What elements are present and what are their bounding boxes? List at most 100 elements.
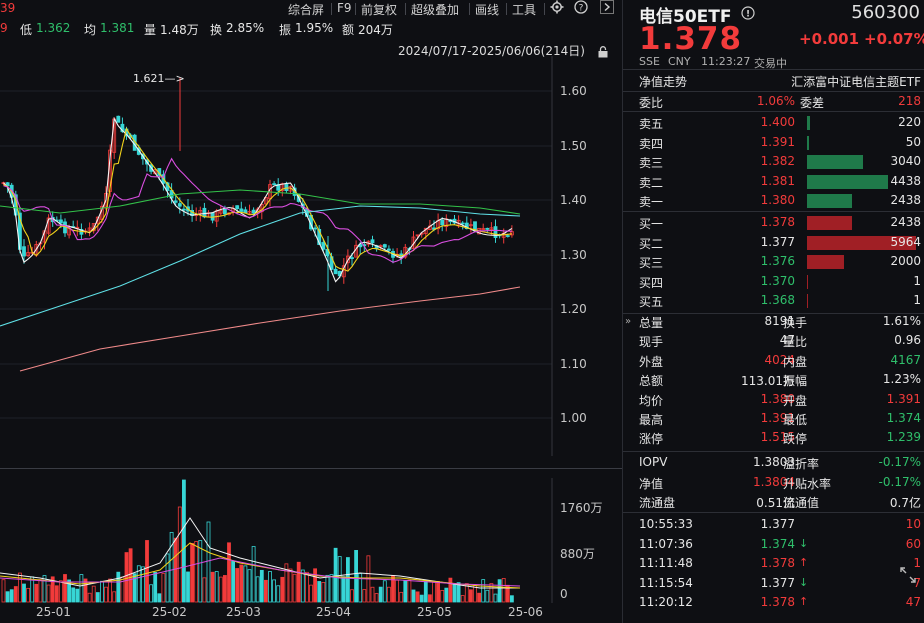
order-ratio-row: 委比 1.06% 委差 218 xyxy=(639,93,921,111)
toolbar-partial-value: 39 xyxy=(0,1,15,15)
tick-volume: 47 xyxy=(906,595,921,609)
stat-value: 0.96 xyxy=(894,333,921,347)
volume-bar xyxy=(187,572,190,602)
collapse-chevron-icon[interactable]: » xyxy=(625,316,631,327)
volume-bar xyxy=(23,584,26,602)
stat-label: 最高 xyxy=(639,411,663,428)
volume-bar xyxy=(264,580,267,602)
currency-label: CNY xyxy=(668,55,691,68)
orderbook-row[interactable]: 卖四1.39150 xyxy=(639,134,921,152)
kline-panel[interactable]: 39 综合屏 F9 前复权 超级叠加 画线 工具 ? 9 低 1.362 均 1… xyxy=(0,0,622,623)
volume-bar xyxy=(293,574,296,602)
info-circle-icon[interactable]: ! xyxy=(741,5,755,25)
orderbook-row[interactable]: 买五1.3681 xyxy=(639,292,921,310)
stat-partial: 9 xyxy=(0,21,8,35)
volume-bar xyxy=(162,574,165,602)
stat-label: 流通值 xyxy=(783,494,819,511)
volume-bar xyxy=(113,592,116,602)
orderbook-row[interactable]: 卖一1.3802438 xyxy=(639,192,921,210)
volume-bar xyxy=(178,507,181,602)
volume-bar xyxy=(474,586,477,602)
volume-bar xyxy=(129,549,132,602)
orderbook-volume: 50 xyxy=(906,135,921,149)
expand-arrows-icon[interactable] xyxy=(900,567,916,587)
orderbook-row[interactable]: 买四1.3701 xyxy=(639,273,921,291)
volume-chart[interactable] xyxy=(0,478,622,603)
nav-trend-link[interactable]: 净值走势 xyxy=(639,73,687,90)
volume-bar xyxy=(400,592,403,602)
stat-value: -0.17% xyxy=(879,475,921,489)
weibi-value: 1.06% xyxy=(729,94,795,108)
orderbook-row[interactable]: 卖三1.3823040 xyxy=(639,153,921,171)
price-axis-tick: 1.50 xyxy=(560,139,587,153)
volume-bar xyxy=(6,592,9,602)
stat-label: IOPV xyxy=(639,455,667,469)
volume-bar xyxy=(334,548,337,602)
orderbook-row[interactable]: 买三1.3762000 xyxy=(639,253,921,271)
quote-time: 11:23:27 xyxy=(701,55,750,68)
volume-bar xyxy=(289,569,292,602)
toolbar-adjust-button[interactable]: 前复权 xyxy=(361,1,397,18)
orderbook-row[interactable]: 卖二1.3814438 xyxy=(639,173,921,191)
orderbook-price: 1.382 xyxy=(749,154,795,168)
stat-value: 4167 xyxy=(890,353,921,367)
volume-bar xyxy=(92,586,95,602)
orderbook-row[interactable]: 买一 1.378 2438 xyxy=(639,214,921,232)
weibi-label: 委比 xyxy=(639,94,663,111)
tick-row: 11:07:361.374↓60 xyxy=(639,536,921,554)
volume-bar xyxy=(207,522,210,602)
stat-vol-label: 量 xyxy=(144,21,156,38)
tick-time: 11:15:54 xyxy=(639,576,693,590)
orderbook-level-label: 卖四 xyxy=(639,135,663,152)
orderbook-price: 1.378 xyxy=(749,215,795,229)
stats-row: 均价1.380开盘1.391 xyxy=(639,391,921,409)
volume-bar xyxy=(14,587,17,602)
panel-divider xyxy=(0,468,622,469)
orderbook-volume: 2438 xyxy=(890,215,921,229)
toolbar-f9-button[interactable]: F9 xyxy=(337,1,352,15)
toolbar-overlay-button[interactable]: 超级叠加 xyxy=(411,1,459,18)
orderbook-row[interactable]: 买二1.3775964 xyxy=(639,234,921,252)
nav-trend-row[interactable]: 净值走势 汇添富中证电信主题ETF xyxy=(639,72,921,90)
volume-bar xyxy=(297,562,300,602)
volume-bar xyxy=(182,480,185,602)
volume-axis-tick: 1760万 xyxy=(560,499,603,516)
volume-bar xyxy=(55,586,58,602)
volume-bar xyxy=(396,580,399,602)
tick-time: 11:11:48 xyxy=(639,556,693,570)
volume-bar xyxy=(449,578,452,602)
candle-body xyxy=(322,242,325,249)
volume-bar xyxy=(105,587,108,602)
volume-bar xyxy=(412,590,415,602)
volume-bar xyxy=(199,541,202,602)
price-chart[interactable] xyxy=(0,56,622,456)
price-change-pct: +0.07% xyxy=(864,30,924,48)
price-axis-tick: 1.30 xyxy=(560,248,587,262)
volume-bar xyxy=(248,570,251,602)
expand-right-chevron-icon[interactable] xyxy=(600,0,614,17)
orderbook-level-label: 卖五 xyxy=(639,115,663,132)
orderbook-row[interactable]: 卖五1.400220 xyxy=(639,114,921,132)
volume-bar xyxy=(486,590,489,602)
volume-bar xyxy=(355,550,358,602)
stat-avg-label: 均 xyxy=(84,21,96,38)
stat-value: 1.239 xyxy=(887,430,921,444)
volume-bar xyxy=(314,569,317,602)
orderbook-volume-bar xyxy=(807,294,808,308)
volume-bar xyxy=(371,587,374,602)
volume-bar xyxy=(96,593,99,602)
orderbook-volume: 2438 xyxy=(890,193,921,207)
toolbar-tools-button[interactable]: 工具 xyxy=(512,1,536,18)
toolbar-draw-button[interactable]: 画线 xyxy=(475,1,499,18)
tick-price: 1.377 xyxy=(749,517,795,531)
stat-value: 1.374 xyxy=(887,411,921,425)
orderbook-price: 1.370 xyxy=(749,274,795,288)
volume-bar xyxy=(174,538,177,602)
volume-bar xyxy=(404,581,407,602)
toolbar-overview-button[interactable]: 综合屏 xyxy=(288,1,324,18)
help-question-icon[interactable]: ? xyxy=(574,0,588,17)
orderbook-level-label: 买一 xyxy=(639,215,663,232)
settings-gear-icon[interactable] xyxy=(550,0,564,17)
stat-label: 均价 xyxy=(639,392,663,409)
market-label: SSE xyxy=(639,55,660,68)
